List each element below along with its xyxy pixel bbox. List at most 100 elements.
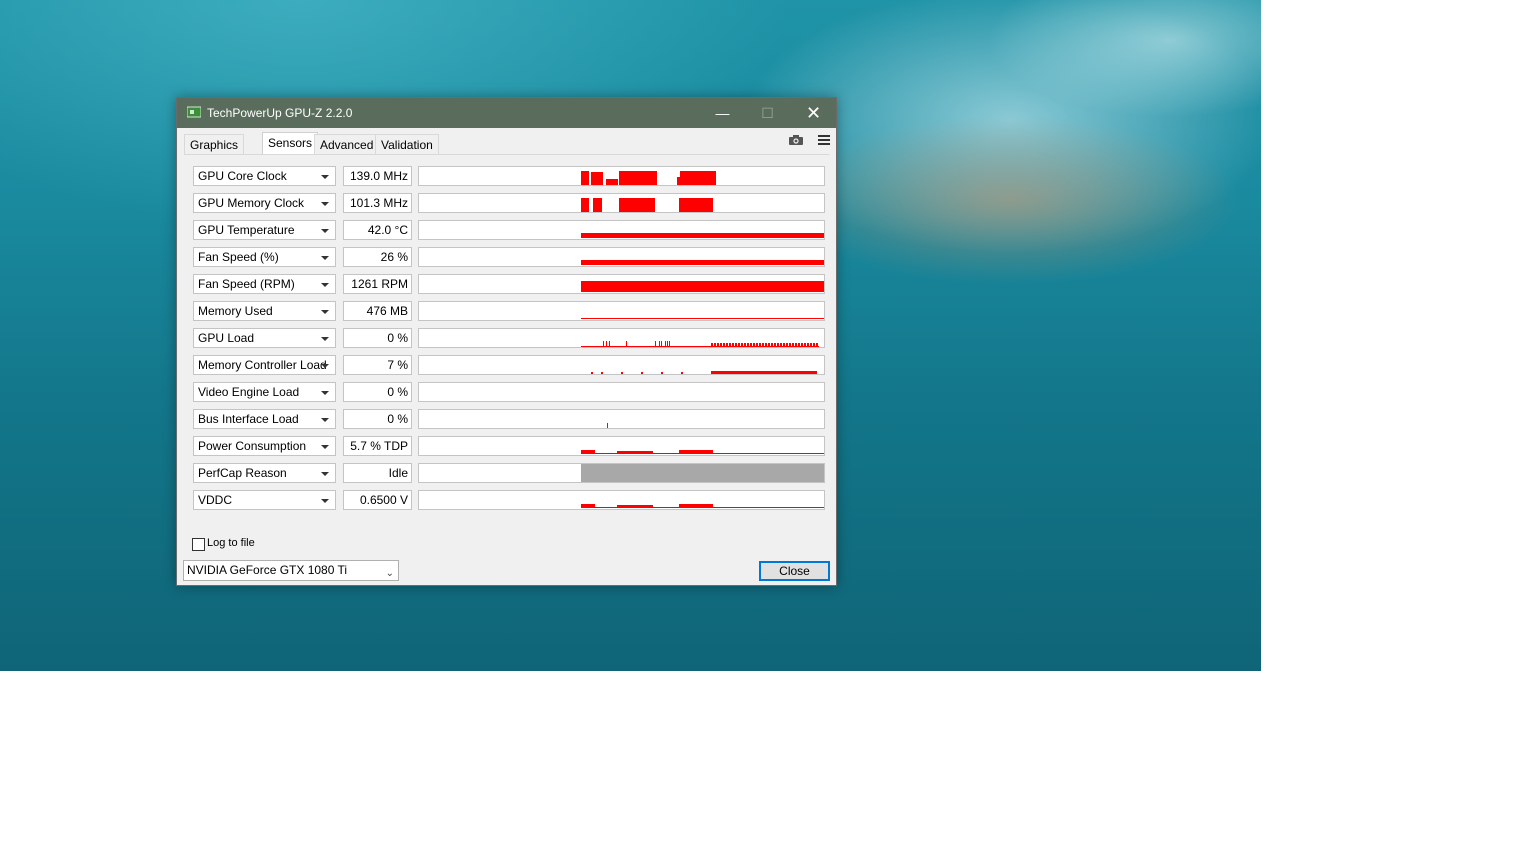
chevron-down-icon: ⌄ xyxy=(385,568,394,579)
sensor-name: GPU Temperature xyxy=(198,223,295,237)
dropdown-arrow-icon xyxy=(321,418,329,422)
graph-bar xyxy=(771,343,773,347)
graph-bar xyxy=(813,343,815,347)
sensor-graph xyxy=(418,463,825,483)
graph-bar xyxy=(762,343,764,347)
sensor-graph xyxy=(418,301,825,321)
sensor-value: 1261 RPM xyxy=(343,274,412,294)
graph-bar xyxy=(581,318,824,319)
sensor-name: Bus Interface Load xyxy=(198,412,299,426)
graph-bar xyxy=(750,343,752,347)
graph-bar xyxy=(747,343,749,347)
dropdown-arrow-icon xyxy=(321,175,329,179)
graph-bar xyxy=(738,343,740,347)
graph-bar xyxy=(593,198,602,212)
sensor-name-dropdown[interactable]: Fan Speed (%) xyxy=(193,247,336,267)
hamburger-menu-icon[interactable] xyxy=(817,134,831,146)
graph-bar xyxy=(581,281,824,292)
tab-graphics-card[interactable]: Graphics Card xyxy=(184,134,245,172)
camera-icon[interactable] xyxy=(788,134,804,146)
graph-bar xyxy=(717,343,719,347)
sensor-name: GPU Core Clock xyxy=(198,169,287,183)
sensor-value: 0 % xyxy=(343,409,412,429)
graph-bar xyxy=(669,341,670,347)
sensor-name-dropdown[interactable]: GPU Memory Clock xyxy=(193,193,336,213)
sensor-graph xyxy=(418,436,825,456)
sensor-value: 101.3 MHz xyxy=(343,193,412,213)
graph-bar xyxy=(581,233,824,238)
graph-bar xyxy=(679,504,713,508)
graph-bar xyxy=(581,260,824,265)
gpu-select-dropdown[interactable]: NVIDIA GeForce GTX 1080 Ti ⌄ xyxy=(183,560,399,581)
tab-advanced[interactable]: Advanced xyxy=(314,134,380,154)
sensor-graph xyxy=(418,355,825,375)
sensor-graph xyxy=(418,328,825,348)
sensor-name-dropdown[interactable]: Video Engine Load xyxy=(193,382,336,402)
graph-bar xyxy=(807,343,809,347)
dropdown-arrow-icon xyxy=(321,283,329,287)
graph-bar xyxy=(711,371,817,374)
sensor-name-dropdown[interactable]: Power Consumption xyxy=(193,436,336,456)
sensor-name: GPU Memory Clock xyxy=(198,196,305,210)
dropdown-arrow-icon xyxy=(321,445,329,449)
graph-bar xyxy=(723,343,725,347)
maximize-button[interactable]: ☐ xyxy=(745,98,790,128)
sensor-name-dropdown[interactable]: Fan Speed (RPM) xyxy=(193,274,336,294)
graph-bar xyxy=(581,464,824,482)
dropdown-arrow-icon xyxy=(321,499,329,503)
graph-bar xyxy=(753,343,755,347)
graph-bar xyxy=(609,341,610,347)
graph-bar xyxy=(641,372,643,374)
sensor-name: VDDC xyxy=(198,493,233,507)
sensor-name-dropdown[interactable]: GPU Temperature xyxy=(193,220,336,240)
sensor-value: 139.0 MHz xyxy=(343,166,412,186)
graph-bar xyxy=(792,343,794,347)
sensor-name: Power Consumption xyxy=(198,439,307,453)
dropdown-arrow-icon xyxy=(321,202,329,206)
close-button[interactable]: Close xyxy=(759,561,830,581)
sensor-name-dropdown[interactable]: Bus Interface Load xyxy=(193,409,336,429)
graph-bar xyxy=(780,343,782,347)
graph-bar xyxy=(581,171,589,185)
sensor-name-dropdown[interactable]: PerfCap Reason xyxy=(193,463,336,483)
tab-validation[interactable]: Validation xyxy=(375,134,439,154)
tab-sensors[interactable]: Sensors xyxy=(262,132,319,155)
sensor-name-dropdown[interactable]: VDDC xyxy=(193,490,336,510)
graph-bar xyxy=(603,341,604,347)
sensor-value: 476 MB xyxy=(343,301,412,321)
sensor-value: 0 % xyxy=(343,382,412,402)
dropdown-arrow-icon xyxy=(321,310,329,314)
window-title: TechPowerUp GPU-Z 2.2.0 xyxy=(207,106,353,120)
sensor-name-dropdown[interactable]: Memory Controller Load xyxy=(193,355,336,375)
sensor-name-dropdown[interactable]: Memory Used xyxy=(193,301,336,321)
sensor-graph xyxy=(418,382,825,402)
graph-bar xyxy=(789,343,791,347)
graph-bar xyxy=(735,343,737,347)
graph-bar xyxy=(606,179,618,185)
window-close-button[interactable]: ✕ xyxy=(791,98,836,128)
gpuz-window: TechPowerUp GPU-Z 2.2.0 — ☐ ✕ Graphics C… xyxy=(176,97,837,586)
sensor-graph xyxy=(418,490,825,510)
sensor-name-dropdown[interactable]: GPU Core Clock xyxy=(193,166,336,186)
sensor-name-dropdown[interactable]: GPU Load xyxy=(193,328,336,348)
log-to-file-checkbox[interactable] xyxy=(192,538,205,551)
sensor-value: Idle xyxy=(343,463,412,483)
title-bar[interactable]: TechPowerUp GPU-Z 2.2.0 — ☐ ✕ xyxy=(177,98,836,128)
graph-bar xyxy=(804,343,806,347)
sensor-graph xyxy=(418,193,825,213)
graph-bar xyxy=(741,343,743,347)
minimize-button[interactable]: — xyxy=(700,98,745,128)
graph-bar xyxy=(665,341,666,347)
sensor-graph xyxy=(418,274,825,294)
graph-bar xyxy=(756,343,758,347)
sensor-value: 0.6500 V xyxy=(343,490,412,510)
graph-bar xyxy=(581,504,595,508)
graph-bar xyxy=(591,172,603,185)
graph-bar xyxy=(801,343,803,347)
sensor-name: Video Engine Load xyxy=(198,385,300,399)
graph-bar xyxy=(655,341,656,347)
graph-bar xyxy=(798,343,800,347)
sensor-graph xyxy=(418,409,825,429)
graph-bar xyxy=(659,341,660,347)
sensor-name: GPU Load xyxy=(198,331,255,345)
